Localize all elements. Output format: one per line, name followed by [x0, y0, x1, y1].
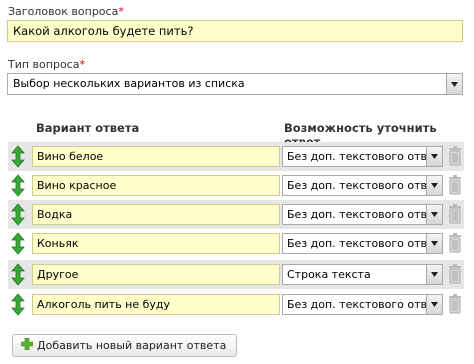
clarify-value: Без доп. текстового ответа [287, 298, 443, 311]
add-answer-label: Добавить новый вариант ответа [37, 339, 227, 352]
answer-input[interactable]: Вино красное [32, 175, 280, 196]
chevron-down-icon[interactable] [426, 295, 442, 314]
drag-handle-icon[interactable] [10, 174, 26, 197]
drag-handle-icon[interactable] [10, 293, 26, 316]
drag-handle-icon[interactable] [10, 145, 26, 168]
question-type-select[interactable]: Выбор нескольких вариантов из списка [7, 73, 463, 95]
answer-input[interactable]: Вино белое [32, 146, 280, 167]
clarify-select[interactable]: Без доп. текстового ответа [282, 233, 443, 254]
trash-icon[interactable] [448, 293, 462, 315]
question-type-value: Выбор нескольких вариантов из списка [13, 77, 245, 90]
drag-handle-icon[interactable] [10, 203, 26, 226]
question-title-label-text: Заголовок вопроса [8, 5, 119, 18]
clarify-select[interactable]: Без доп. текстового ответа [282, 146, 443, 167]
answer-row: Вино белое Без доп. текстового ответа [8, 142, 464, 171]
question-title-input[interactable]: Какой алкоголь будете пить? [7, 20, 463, 42]
trash-icon[interactable] [448, 145, 462, 167]
question-type-label-text: Тип вопроса [8, 58, 80, 71]
clarify-value: Строка текста [287, 268, 371, 281]
plus-icon [20, 337, 34, 353]
clarify-value: Без доп. текстового ответа [287, 179, 443, 192]
drag-handle-icon[interactable] [10, 263, 26, 286]
trash-icon[interactable] [448, 203, 462, 225]
clarify-select[interactable]: Строка текста [282, 264, 443, 285]
clarify-value: Без доп. текстового ответа [287, 150, 443, 163]
chevron-down-icon[interactable] [426, 234, 442, 253]
answer-row: Другое Строка текста [8, 260, 464, 289]
required-marker: * [118, 5, 124, 18]
answer-input[interactable]: Водка [32, 204, 280, 225]
trash-icon[interactable] [448, 263, 462, 285]
clarify-value: Без доп. текстового ответа [287, 208, 443, 221]
drag-handle-icon[interactable] [10, 232, 26, 255]
question-type-label: Тип вопроса* [8, 58, 85, 71]
clarify-select[interactable]: Без доп. текстового ответа [282, 294, 443, 315]
chevron-down-icon[interactable] [426, 205, 442, 224]
required-marker: * [79, 58, 85, 71]
clarify-select[interactable]: Без доп. текстового ответа [282, 204, 443, 225]
answer-input[interactable]: Другое [32, 264, 280, 285]
chevron-down-icon[interactable] [426, 265, 442, 284]
trash-icon[interactable] [448, 174, 462, 196]
trash-icon[interactable] [448, 232, 462, 254]
answer-input[interactable]: Алкоголь пить не буду [32, 294, 280, 315]
answer-row: Коньяк Без доп. текстового ответа [8, 229, 464, 258]
chevron-down-icon[interactable] [446, 74, 462, 94]
add-answer-button[interactable]: Добавить новый вариант ответа [12, 334, 238, 357]
chevron-down-icon[interactable] [426, 147, 442, 166]
answer-column-header: Вариант ответа [36, 121, 140, 135]
answer-row: Водка Без доп. текстового ответа [8, 200, 464, 229]
clarify-value: Без доп. текстового ответа [287, 237, 443, 250]
answer-row: Вино красное Без доп. текстового ответа [8, 171, 464, 200]
question-title-label: Заголовок вопроса* [8, 5, 124, 18]
chevron-down-icon[interactable] [426, 176, 442, 195]
answer-row: Алкоголь пить не буду Без доп. текстовог… [8, 290, 464, 319]
clarify-select[interactable]: Без доп. текстового ответа [282, 175, 443, 196]
answer-input[interactable]: Коньяк [32, 233, 280, 254]
